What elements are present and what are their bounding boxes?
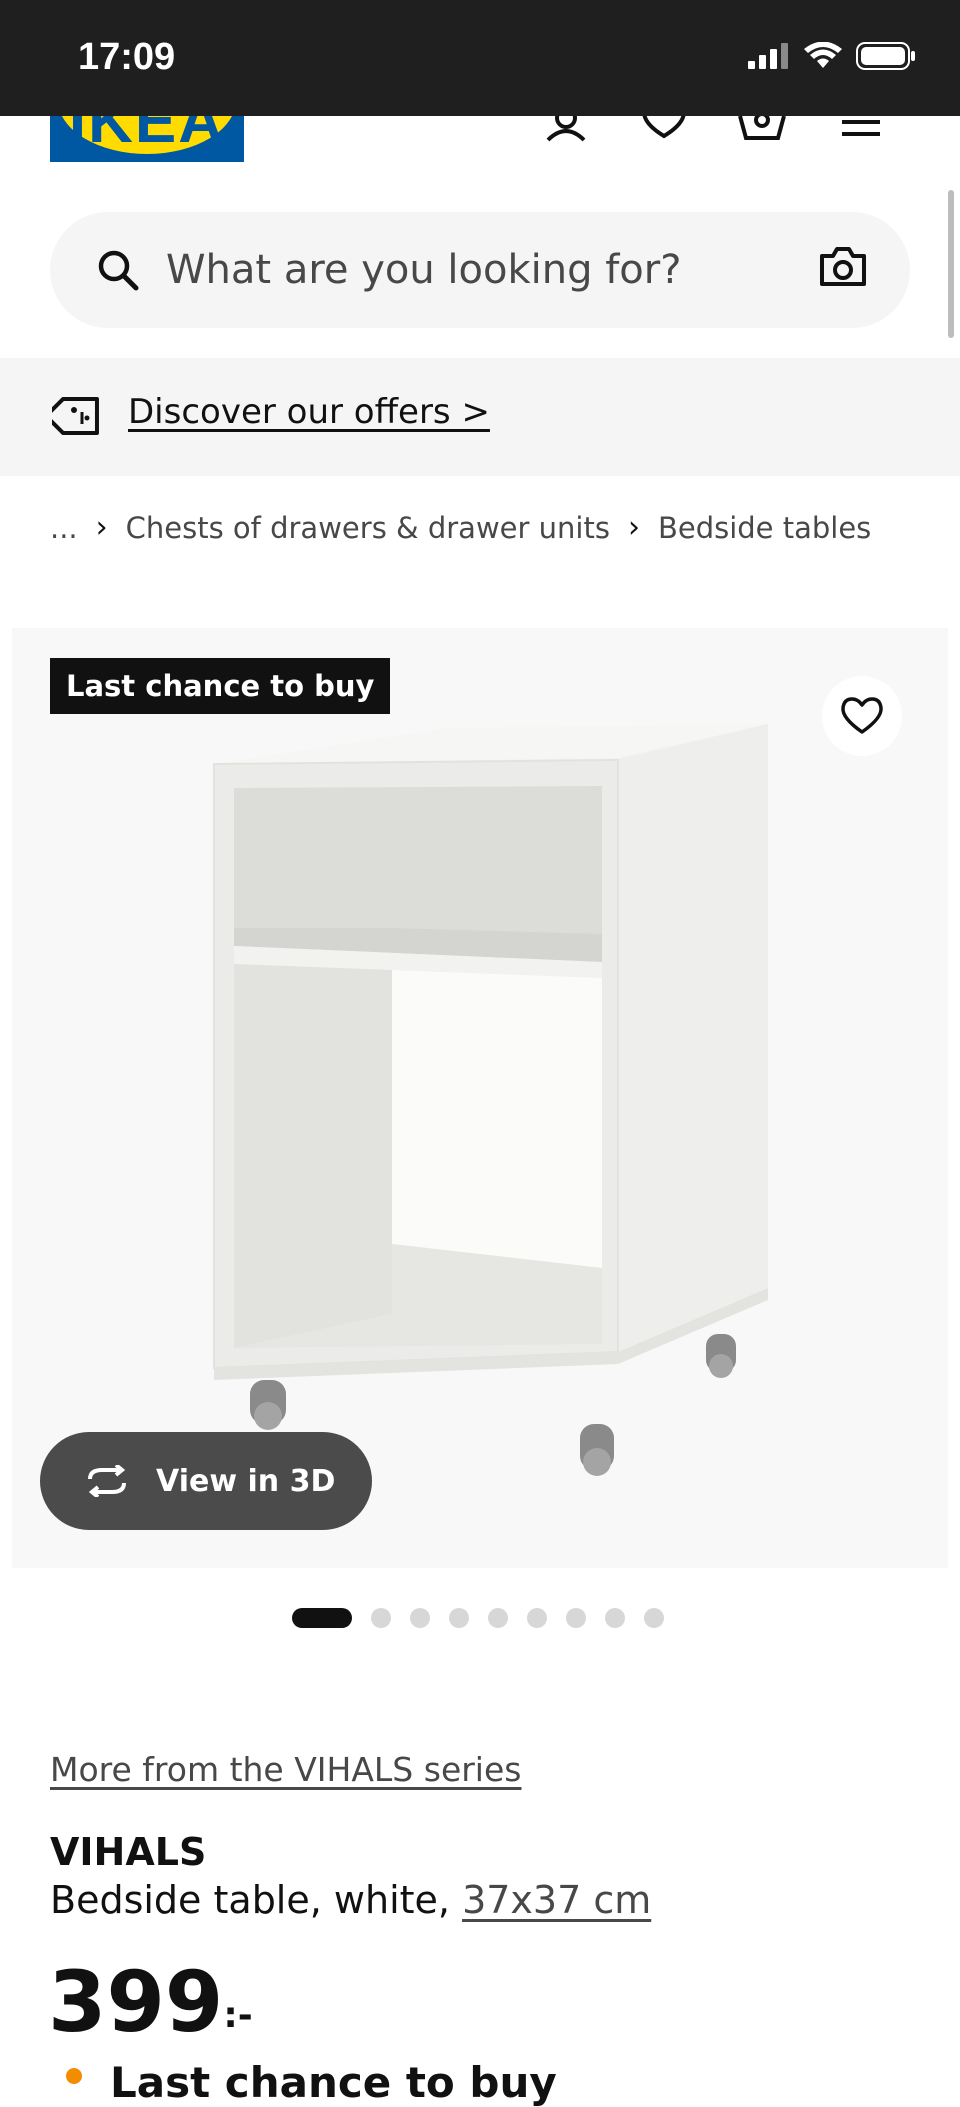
status-time: 17:09 (78, 36, 176, 78)
discover-offers-link[interactable]: Discover our offers > (128, 392, 490, 432)
product-description-text: Bedside table, white, (50, 1878, 463, 1922)
search-input[interactable] (166, 240, 826, 300)
wifi-icon (804, 42, 842, 68)
favourite-button[interactable] (822, 676, 902, 756)
product-image[interactable] (12, 628, 948, 1568)
menu-icon[interactable] (838, 116, 886, 164)
shopping-bag-icon[interactable] (738, 116, 786, 164)
heart-icon (841, 697, 883, 734)
price-integer: 399 (48, 1953, 224, 2051)
bedside-table-illustration (213, 724, 768, 1476)
carousel-dot[interactable] (371, 1608, 391, 1628)
search-icon (98, 250, 139, 291)
product-price: 399 :- (48, 1960, 253, 2044)
cellular-signal-icon (748, 43, 788, 69)
ikea-logo[interactable]: IKEA (50, 116, 244, 162)
carousel-dot[interactable] (605, 1608, 625, 1628)
offers-banner[interactable]: Discover our offers > (0, 358, 960, 476)
carousel-dot[interactable] (449, 1608, 469, 1628)
view-in-3d-label: View in 3D (156, 1463, 336, 1499)
site-header: IKEA (0, 116, 960, 176)
product-name: VIHALS (50, 1830, 207, 1874)
account-icon[interactable] (542, 116, 590, 164)
rotate-3d-icon (88, 1465, 126, 1497)
carousel-dot[interactable] (566, 1608, 586, 1628)
image-carousel-dots (292, 1608, 664, 1628)
battery-icon (856, 42, 915, 70)
camera-icon[interactable] (818, 244, 868, 290)
availability-text: Last chance to buy (110, 2058, 557, 2107)
status-icons (748, 42, 916, 70)
breadcrumb-bedside-tables[interactable]: Bedside tables (658, 511, 871, 545)
carousel-dot[interactable] (527, 1608, 547, 1628)
search-bar[interactable] (50, 212, 910, 328)
last-chance-badge: Last chance to buy (50, 658, 391, 714)
availability-status-dot (66, 2068, 82, 2084)
product-size-link[interactable]: 37x37 cm (462, 1878, 651, 1922)
series-link[interactable]: More from the VIHALS series (50, 1750, 521, 1789)
chevron-right-icon: › (95, 510, 108, 545)
breadcrumb: ... › Chests of drawers & drawer units ›… (50, 510, 871, 545)
carousel-dot-active[interactable] (292, 1608, 352, 1628)
logo-text: IKEA (68, 116, 226, 156)
price-tag-icon (52, 397, 99, 435)
carousel-dot[interactable] (488, 1608, 508, 1628)
product-description: Bedside table, white, 37x37 cm (50, 1878, 651, 1922)
carousel-dot[interactable] (410, 1608, 430, 1628)
scrollbar-thumb[interactable] (948, 190, 954, 338)
chevron-right-icon: › (627, 510, 640, 545)
breadcrumb-ellipsis[interactable]: ... (50, 511, 78, 545)
view-in-3d-button[interactable]: View in 3D (40, 1432, 372, 1530)
carousel-dot[interactable] (644, 1608, 664, 1628)
breadcrumb-chests-of-drawers[interactable]: Chests of drawers & drawer units (126, 511, 610, 545)
heart-icon[interactable] (640, 116, 688, 164)
price-suffix: :- (223, 1995, 253, 2036)
status-bar: 17:09 (0, 0, 960, 116)
